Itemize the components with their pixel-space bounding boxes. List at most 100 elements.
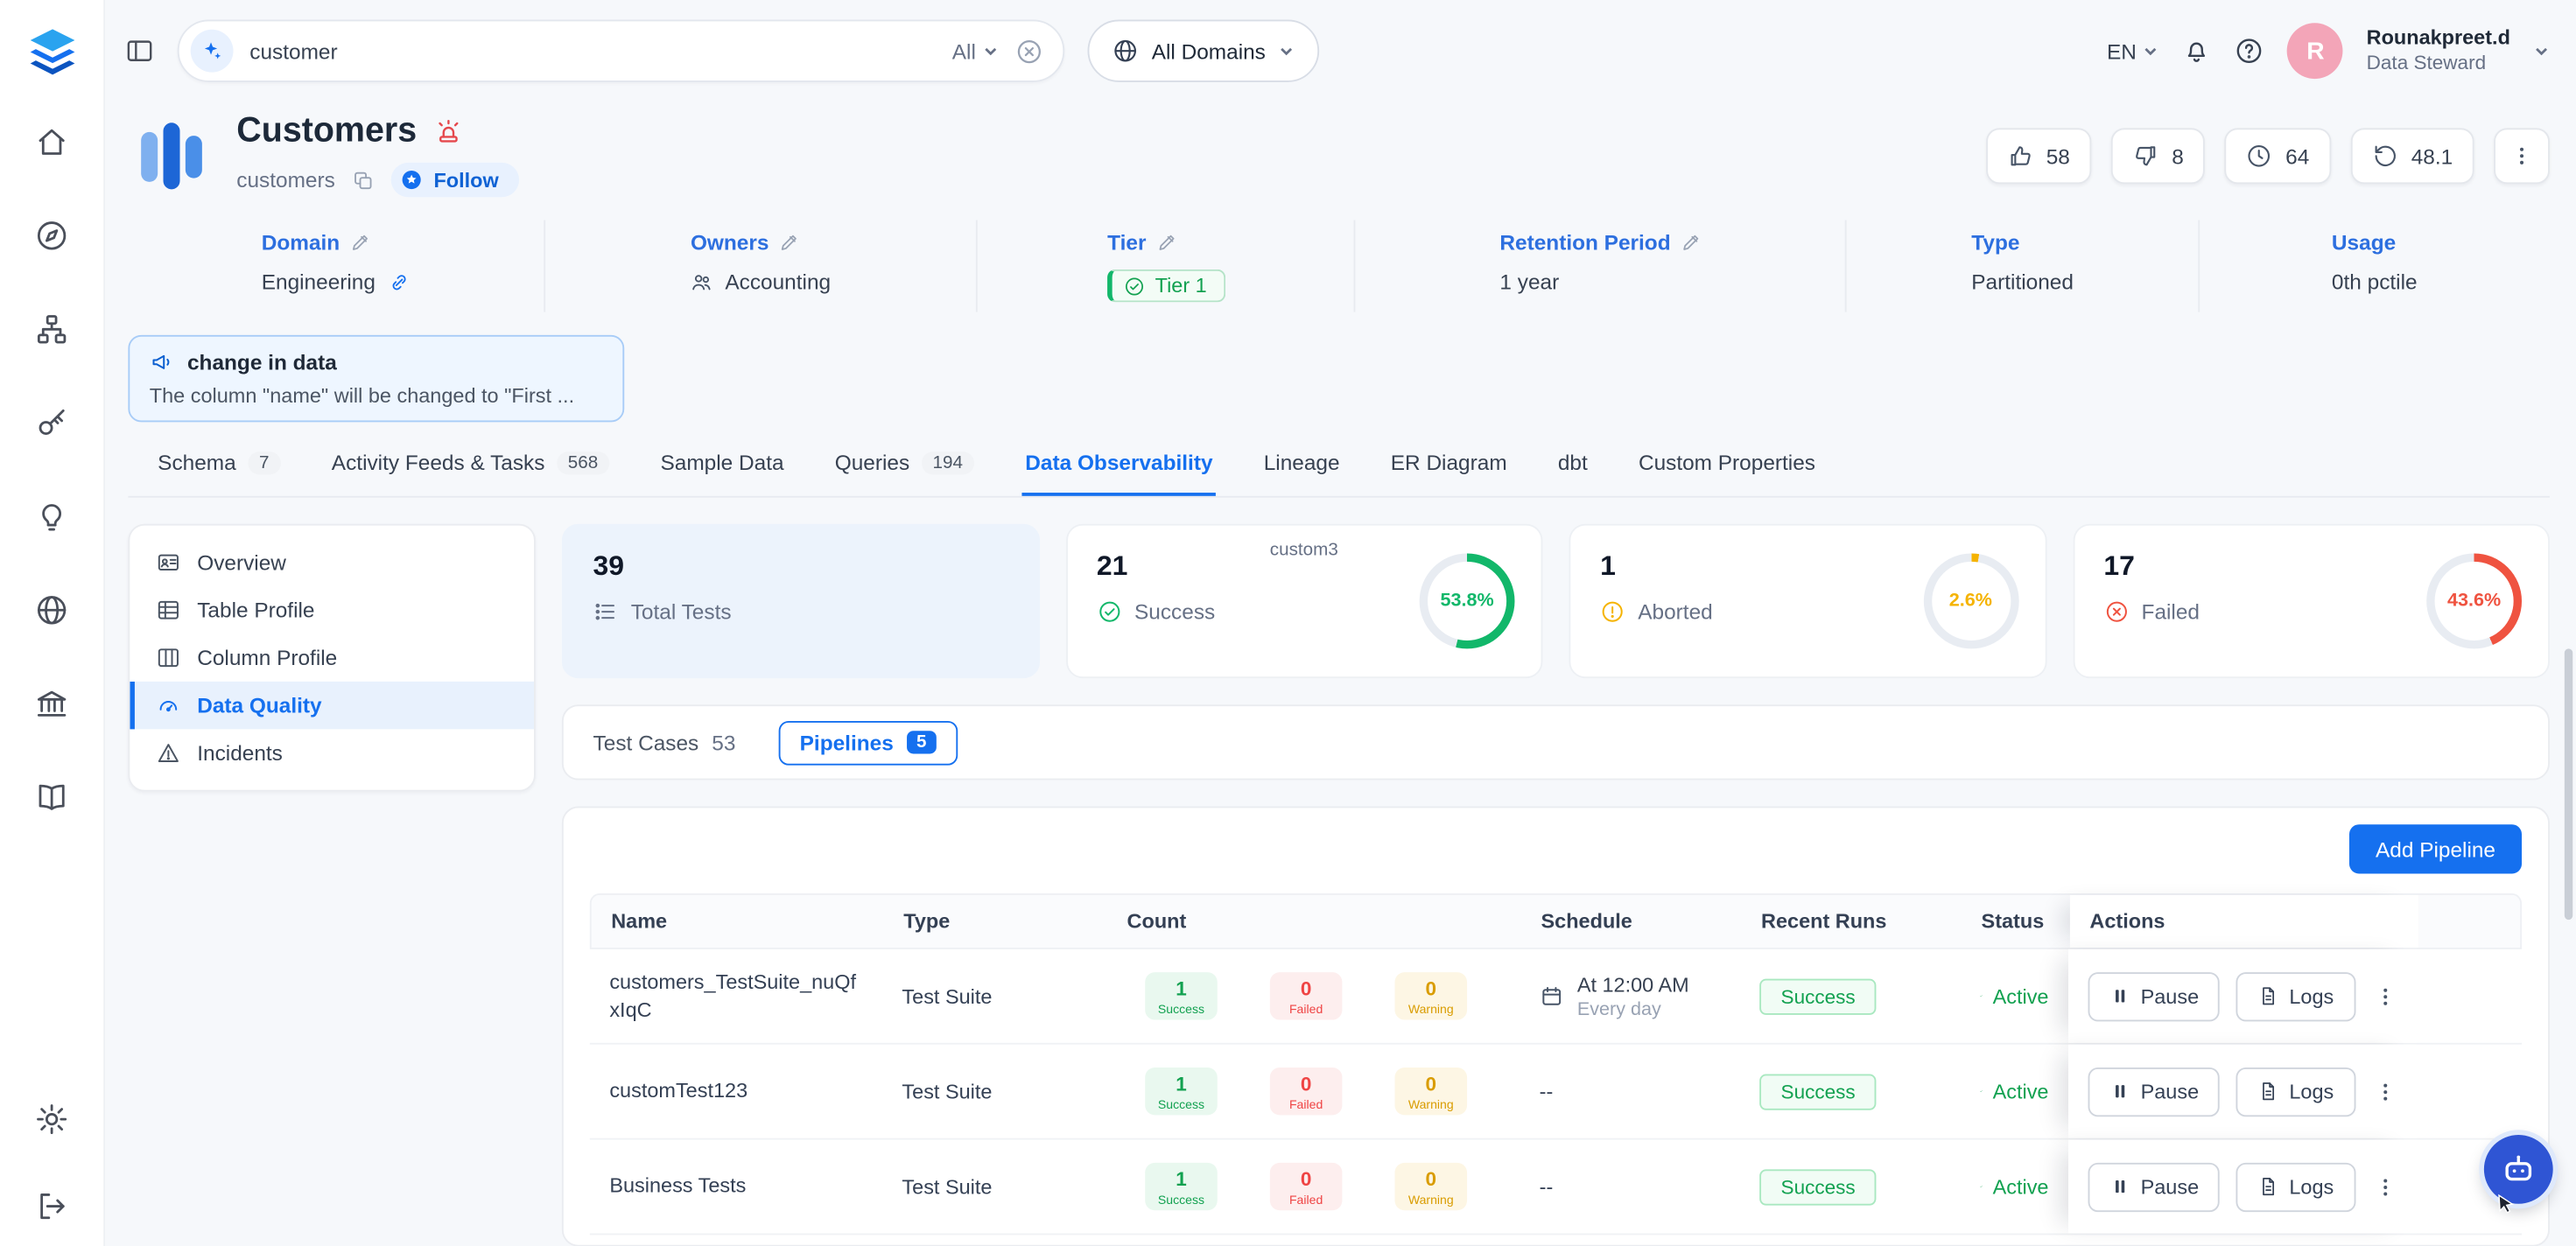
user-avatar[interactable]: R <box>2288 23 2344 79</box>
submenu-item-table-profile[interactable]: Table Profile <box>130 586 534 634</box>
pipeline-name: Business Tests <box>590 1159 882 1214</box>
recent-run-badge[interactable]: Success <box>1759 1074 1877 1110</box>
tab-queries[interactable]: Queries194 <box>832 442 978 496</box>
thumbs-down-icon <box>2132 143 2158 169</box>
logs-file-icon <box>2258 1081 2279 1102</box>
user-menu-chevron-icon[interactable] <box>2533 43 2550 60</box>
submenu-item-incidents[interactable]: Incidents <box>130 729 534 776</box>
downvote-button[interactable]: 8 <box>2111 128 2205 184</box>
retention-value: 1 year <box>1499 270 1559 294</box>
announcement-title: change in data <box>187 350 337 374</box>
total-tests-card: 39 Total Tests <box>562 524 1039 678</box>
logs-button[interactable]: Logs <box>2236 971 2355 1020</box>
edit-pencil-icon[interactable] <box>349 232 370 253</box>
insights-icon[interactable] <box>34 500 68 534</box>
entity-tabs: Schema7 Activity Feeds & Tasks568 Sample… <box>128 442 2550 498</box>
edit-pencil-icon[interactable] <box>1156 232 1177 253</box>
main-area: All All Domains EN R Rounakpreet.d Data … <box>105 0 2576 1246</box>
search-clear-icon[interactable] <box>1015 37 1043 65</box>
language-selector[interactable]: EN <box>2107 38 2159 63</box>
views-button[interactable]: 64 <box>2225 128 2331 184</box>
tab-schema[interactable]: Schema7 <box>154 442 284 496</box>
search-input[interactable] <box>249 38 936 63</box>
owners-label: Owners <box>691 230 769 255</box>
global-search[interactable]: All <box>178 20 1065 82</box>
submenu-item-overview[interactable]: Overview <box>130 539 534 586</box>
tab-er-diagram[interactable]: ER Diagram <box>1387 442 1510 496</box>
row-kebab-menu[interactable] <box>2371 983 2397 1009</box>
version-button[interactable]: 48.1 <box>2350 128 2474 184</box>
star-icon <box>399 167 424 192</box>
domains-filter-button[interactable]: All Domains <box>1088 20 1320 82</box>
tab-custom-properties[interactable]: Custom Properties <box>1635 442 1819 496</box>
tab-sample-data[interactable]: Sample Data <box>657 442 788 496</box>
announcement-banner[interactable]: change in data The column "name" will be… <box>128 335 624 422</box>
tab-test-cases[interactable]: Test Cases 53 <box>593 730 736 754</box>
pause-button[interactable]: Pause <box>2088 1067 2221 1116</box>
governance-icon[interactable] <box>34 687 68 721</box>
tab-dbt[interactable]: dbt <box>1555 442 1590 496</box>
user-role: Data Steward <box>2367 52 2510 76</box>
domains-icon[interactable] <box>34 593 68 627</box>
edit-pencil-icon[interactable] <box>779 232 800 253</box>
logs-button[interactable]: Logs <box>2236 1162 2355 1211</box>
entity-metadata: Domain Engineering Owners Accounting Tie… <box>128 220 2550 312</box>
owners-value[interactable]: Accounting <box>725 270 831 294</box>
home-icon[interactable] <box>34 125 68 159</box>
pipelines-table-card: Add Pipeline Name Type Count Schedule Re… <box>562 807 2550 1246</box>
data-quality-icon <box>156 693 180 718</box>
meta-domain: Domain Engineering <box>128 220 543 312</box>
status-cell: Active <box>1960 1067 2068 1116</box>
tier-tag[interactable]: Tier 1 <box>1107 270 1225 303</box>
submenu-item-data-quality[interactable]: Data Quality <box>130 682 534 729</box>
app-logo[interactable] <box>22 23 81 82</box>
pipelines-count-badge: 5 <box>907 731 937 753</box>
search-scope-dropdown[interactable]: All <box>952 38 999 63</box>
tab-lineage[interactable]: Lineage <box>1260 442 1343 496</box>
copy-icon[interactable] <box>352 168 375 191</box>
row-kebab-menu[interactable] <box>2371 1173 2397 1200</box>
pause-button[interactable]: Pause <box>2088 1162 2221 1211</box>
checklist-icon <box>593 599 618 624</box>
glossary-icon[interactable] <box>34 780 68 815</box>
table-row: customTest123 Test Suite 1Success 0Faile… <box>590 1045 2522 1140</box>
help-icon[interactable] <box>2235 36 2264 66</box>
overview-icon <box>156 550 180 575</box>
custom-tag: custom3 <box>1270 541 1338 561</box>
recent-run-badge[interactable]: Success <box>1759 1168 1877 1204</box>
explore-icon[interactable] <box>34 219 68 253</box>
entity-header: Customers customers Follow <box>128 112 2550 200</box>
page-scrollbar[interactable] <box>2565 648 2572 920</box>
settings-icon[interactable] <box>34 1102 68 1136</box>
table-profile-icon <box>156 598 180 622</box>
logout-icon[interactable] <box>34 1189 68 1223</box>
network-icon[interactable] <box>34 312 68 346</box>
data-quality-panel: 39 Total Tests custom3 21 Success <box>562 524 2550 1246</box>
announcement-body: The column "name" will be changed to "Fi… <box>150 384 603 407</box>
domain-value[interactable]: Engineering <box>262 270 376 294</box>
recent-run-badge[interactable]: Success <box>1759 978 1877 1014</box>
row-kebab-menu[interactable] <box>2371 1078 2397 1104</box>
tab-pipelines[interactable]: Pipelines 5 <box>778 720 958 765</box>
announcement-alert-icon[interactable] <box>433 116 463 146</box>
profiler-submenu: Overview Table Profile Column Profile Da… <box>128 524 535 792</box>
calendar-icon <box>1540 984 1564 1008</box>
tab-data-observability[interactable]: Data Observability <box>1022 442 1217 496</box>
key-icon[interactable] <box>34 406 68 440</box>
pause-button[interactable]: Pause <box>2088 971 2221 1020</box>
tab-activity-feeds[interactable]: Activity Feeds & Tasks568 <box>328 442 613 496</box>
logs-button[interactable]: Logs <box>2236 1067 2355 1116</box>
mouse-cursor <box>2494 1193 2518 1217</box>
success-donut: 53.8% <box>1420 554 1515 649</box>
count-chips: 1Success 0Failed 0Warning <box>1106 1054 1520 1128</box>
entity-more-menu-button[interactable] <box>2494 128 2550 184</box>
version-history-icon <box>2372 143 2398 169</box>
notifications-bell-icon[interactable] <box>2182 36 2212 66</box>
upvote-button[interactable]: 58 <box>1985 128 2091 184</box>
sidebar-toggle-icon[interactable] <box>125 36 155 66</box>
add-pipeline-button[interactable]: Add Pipeline <box>2349 824 2522 873</box>
x-circle-icon <box>2103 599 2128 624</box>
edit-pencil-icon[interactable] <box>1681 232 1702 253</box>
submenu-item-column-profile[interactable]: Column Profile <box>130 634 534 681</box>
follow-button[interactable]: Follow <box>391 163 519 197</box>
